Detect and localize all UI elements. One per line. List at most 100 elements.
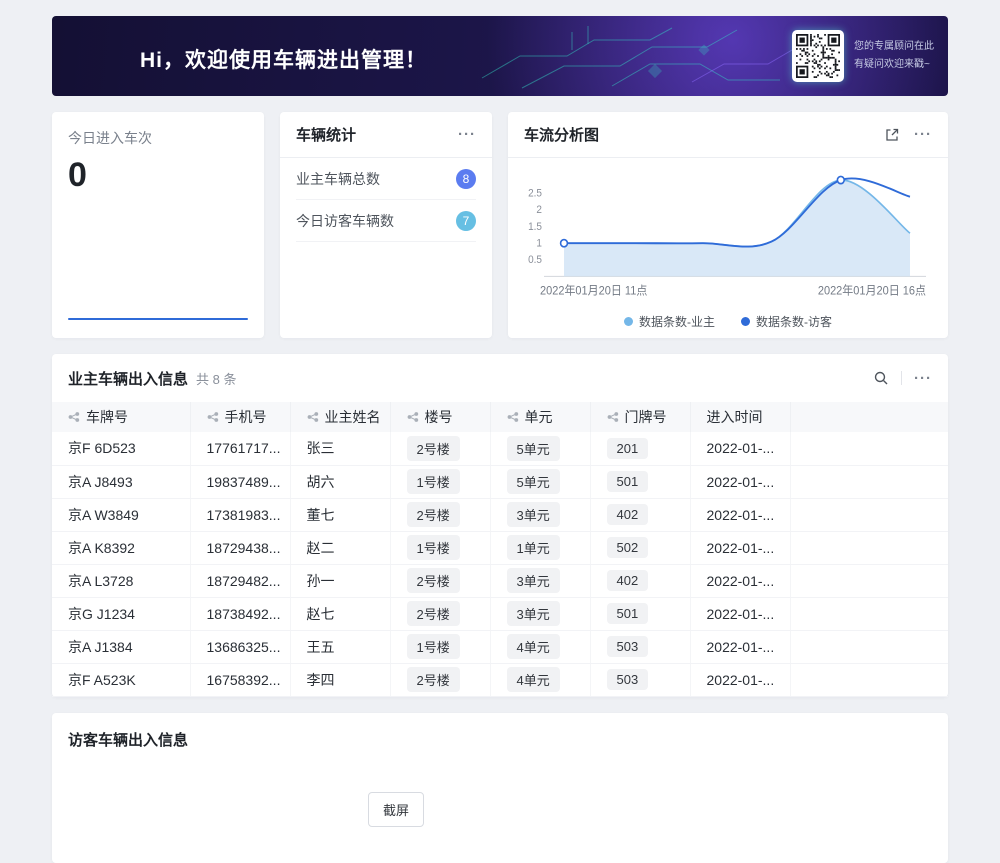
table-row: 京F 6D52317761717...张三2号楼5单元2012022-01-..… (52, 432, 948, 465)
svg-text:2022年01月20日 16点: 2022年01月20日 16点 (818, 283, 926, 297)
column-header[interactable]: 进入时间 (690, 402, 790, 432)
cell-plate: 京A J1384 (52, 630, 190, 663)
count-badge: 7 (456, 211, 476, 231)
cell-name: 胡六 (290, 465, 390, 498)
visitor-table-title: 访客车辆出入信息 (68, 729, 932, 750)
column-header[interactable]: 单元 (490, 402, 590, 432)
tag: 2号楼 (407, 601, 460, 626)
column-label: 单元 (525, 409, 553, 425)
cell-unit: 4单元 (490, 663, 590, 696)
today-entries-card: 今日进入车次 0 (52, 112, 264, 338)
cell-unit: 3单元 (490, 597, 590, 630)
search-icon[interactable] (873, 370, 889, 386)
owner-table-title: 业主车辆出入信息 (68, 368, 188, 389)
cell-unit: 3单元 (490, 564, 590, 597)
cell-filler (790, 531, 948, 564)
tag: 5单元 (507, 436, 560, 461)
cell-building: 1号楼 (390, 465, 490, 498)
svg-text:2.5: 2.5 (528, 188, 542, 199)
tag: 502 (607, 537, 649, 558)
cell-time: 2022-01-... (690, 498, 790, 531)
cell-phone: 13686325... (190, 630, 290, 663)
svg-text:1.5: 1.5 (528, 222, 542, 233)
vehicle-stats-title: 车辆统计 (296, 124, 356, 145)
cell-filler (790, 630, 948, 663)
cell-filler (790, 432, 948, 465)
stat-row-label: 业主车辆总数 (296, 169, 380, 189)
cell-time: 2022-01-... (690, 597, 790, 630)
column-header[interactable]: 车牌号 (52, 402, 190, 432)
screenshot-button[interactable]: 截屏 (368, 792, 424, 827)
column-header[interactable]: 业主姓名 (290, 402, 390, 432)
tag: 5单元 (507, 469, 560, 494)
legend-label: 数据条数-业主 (639, 313, 715, 330)
cell-name: 孙一 (290, 564, 390, 597)
banner-title: Hi，欢迎使用车辆进出管理！ (140, 44, 427, 74)
table-row: 京A J849319837489...胡六1号楼5单元5012022-01-..… (52, 465, 948, 498)
column-header[interactable]: 门牌号 (590, 402, 690, 432)
column-label: 门牌号 (625, 409, 667, 425)
svg-text:2: 2 (536, 205, 542, 216)
owner-table-card: 业主车辆出入信息 共 8 条 ··· 车牌号手机号业主姓名楼号单元门牌号进入时间… (52, 354, 948, 697)
visitor-table-card: 访客车辆出入信息 截屏 (52, 713, 948, 863)
cell-phone: 18738492... (190, 597, 290, 630)
cell-time: 2022-01-... (690, 531, 790, 564)
cell-name: 董七 (290, 498, 390, 531)
tag: 503 (607, 669, 649, 690)
cell-plate: 京A W3849 (52, 498, 190, 531)
cell-door: 503 (590, 630, 690, 663)
cell-phone: 19837489... (190, 465, 290, 498)
cell-plate: 京A J8493 (52, 465, 190, 498)
column-label: 楼号 (425, 409, 453, 425)
vehicle-stats-card: 车辆统计 ··· 业主车辆总数8今日访客车辆数7 (280, 112, 492, 338)
field-type-icon (307, 411, 319, 423)
owner-table-actions: ··· (873, 370, 932, 386)
field-type-icon (68, 411, 80, 423)
cell-phone: 16758392... (190, 663, 290, 696)
divider (901, 371, 902, 385)
dashboard-page: Hi，欢迎使用车辆进出管理！ 您的专属顾问在此 有疑问欢迎来戳~ 今日进入车次 … (0, 0, 1000, 863)
cell-name: 李四 (290, 663, 390, 696)
legend-item[interactable]: 数据条数-业主 (624, 313, 715, 330)
cell-building: 2号楼 (390, 663, 490, 696)
column-label: 业主姓名 (325, 409, 381, 425)
tag: 402 (607, 570, 649, 591)
cell-door: 501 (590, 597, 690, 630)
traffic-chart-actions: ··· (884, 127, 932, 143)
cell-filler (790, 465, 948, 498)
table-row: 京F A523K16758392...李四2号楼4单元5032022-01-..… (52, 663, 948, 696)
legend-item[interactable]: 数据条数-访客 (741, 313, 832, 330)
column-header[interactable]: 手机号 (190, 402, 290, 432)
cell-plate: 京G J1234 (52, 597, 190, 630)
tag: 2号楼 (407, 568, 460, 593)
tag: 3单元 (507, 568, 560, 593)
more-icon[interactable]: ··· (458, 127, 476, 142)
tag: 201 (607, 438, 649, 459)
qr-caption: 您的专属顾问在此 有疑问欢迎来戳~ (854, 38, 934, 74)
cell-phone: 17761717... (190, 432, 290, 465)
column-label: 手机号 (225, 409, 267, 425)
more-icon[interactable]: ··· (914, 371, 932, 386)
export-icon[interactable] (884, 127, 900, 143)
cell-filler (790, 498, 948, 531)
tag: 1单元 (507, 535, 560, 560)
traffic-chart-plot: 0.511.522.52022年01月20日 11点2022年01月20日 16… (508, 158, 948, 304)
cell-filler (790, 564, 948, 597)
more-icon[interactable]: ··· (914, 127, 932, 142)
table-row: 京A J138413686325...王五1号楼4单元5032022-01-..… (52, 630, 948, 663)
column-header[interactable]: 楼号 (390, 402, 490, 432)
cell-plate: 京A L3728 (52, 564, 190, 597)
tag: 2号楼 (407, 502, 460, 527)
cell-name: 赵二 (290, 531, 390, 564)
chart-legend: 数据条数-业主 数据条数-访客 (508, 304, 948, 338)
tag: 1号楼 (407, 634, 460, 659)
traffic-chart-title: 车流分析图 (524, 124, 599, 145)
cell-name: 赵七 (290, 597, 390, 630)
svg-text:1: 1 (536, 238, 542, 249)
cell-phone: 17381983... (190, 498, 290, 531)
cell-door: 201 (590, 432, 690, 465)
field-type-icon (207, 411, 219, 423)
qr-caption-line1: 您的专属顾问在此 (854, 38, 934, 56)
today-underline (68, 318, 248, 320)
legend-dot (624, 317, 633, 326)
